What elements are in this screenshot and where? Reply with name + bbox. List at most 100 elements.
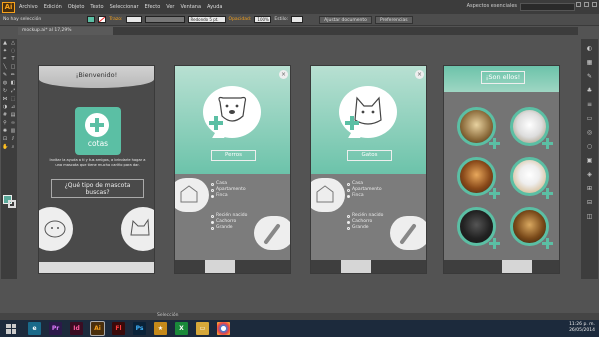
stroke-panel-icon[interactable]: ≡ [584,101,595,109]
symbols-panel-icon[interactable]: ♣ [584,87,595,95]
transparency-panel-icon[interactable]: ◎ [584,129,595,137]
workspace-switcher[interactable]: Aspectos esenciales [467,3,517,9]
close-icon[interactable]: × [415,70,424,79]
close-icon[interactable] [592,2,597,7]
dog-choice-button[interactable] [39,207,73,251]
cat-choice-button[interactable] [121,207,154,251]
type-tool-icon[interactable]: T [10,56,16,62]
variable-width-select[interactable] [144,16,185,23]
graph-icon[interactable]: ▥ [10,128,16,134]
artboard-icon[interactable]: ⊡ [2,136,8,142]
lasso-icon[interactable]: ◌ [10,48,16,54]
minimize-icon[interactable] [576,2,581,7]
house-option-icon[interactable] [311,178,345,212]
search-input[interactable] [520,3,575,11]
game-icon[interactable]: ★ [154,322,167,335]
selection-tool-icon[interactable]: ▲ [2,40,8,46]
add-plus-icon[interactable] [542,188,553,199]
opacity-input[interactable]: 100% [254,16,272,23]
artboard-dogs[interactable]: × Perros Casa Apartamento Finca Recién n… [174,65,291,274]
dogs-bottom-button[interactable] [205,260,235,273]
housing-option[interactable]: Finca [211,193,246,199]
perspective-icon[interactable]: ⊿ [10,104,16,110]
canvas[interactable]: ¡Bienvenido! cotas Invitar la ayuda a ti… [18,35,580,313]
taskbar-app-ps[interactable]: Ps [133,322,146,335]
close-icon[interactable]: × [279,70,288,79]
magic-wand-icon[interactable]: ✦ [2,48,8,54]
align-panel-icon[interactable]: ⊟ [584,199,595,207]
folder-icon[interactable]: ▭ [196,322,209,335]
zoom-icon[interactable]: ⌕ [10,144,16,150]
menu-edicion[interactable]: Edición [44,4,62,10]
direct-selection-tool-icon[interactable]: △ [10,40,16,46]
brush-select[interactable]: Redondo 5 pt. [187,16,226,23]
scale-icon[interactable]: ⤢ [10,88,16,94]
taskbar-app-ai[interactable]: Ai [90,321,105,336]
hand-icon[interactable]: ✋ [2,144,8,150]
artboard-results[interactable]: ¡Son ellos! [443,65,560,274]
menu-archivo[interactable]: Archivo [19,4,38,10]
menu-texto[interactable]: Texto [90,4,103,10]
fill-swatch[interactable] [87,16,96,23]
taskbar-app-id[interactable]: Id [70,322,83,335]
stroke-label[interactable]: Trazo: [109,17,122,22]
maximize-icon[interactable] [584,2,589,7]
document-tab[interactable]: mockup.ai* al 17,29% (RGB/Previsualizar) [18,27,113,41]
pencil-icon[interactable]: ✏ [10,72,16,78]
rotate-icon[interactable]: ↻ [2,88,8,94]
add-plus-icon[interactable] [489,188,500,199]
color-panel-icon[interactable]: ◐ [584,45,595,53]
free-transform-icon[interactable]: ⬚ [10,96,16,102]
taskbar-app-fl[interactable]: Fl [112,322,125,335]
layers-panel-icon[interactable]: ◈ [584,171,595,179]
cats-bottom-button[interactable] [341,260,371,273]
style-select[interactable] [291,16,304,23]
eraser-icon[interactable]: ◧ [10,80,16,86]
chrome-icon[interactable] [217,322,230,335]
width-tool-icon[interactable]: ⋈ [2,96,8,102]
house-option-icon[interactable] [175,178,209,212]
menu-ver[interactable]: Ver [166,4,174,10]
mesh-icon[interactable]: # [2,112,8,118]
document-setup-button[interactable]: Ajustar documento [319,15,372,24]
eyedropper-icon[interactable]: ⚲ [2,120,8,126]
add-plus-icon[interactable] [489,138,500,149]
preferences-button[interactable]: Preferencias [374,15,413,24]
add-plus-icon[interactable] [542,238,553,249]
housing-option[interactable]: Finca [347,193,382,199]
bone-option-icon[interactable] [390,216,426,250]
graphic-styles-icon[interactable]: ▣ [584,157,595,165]
artboard-welcome[interactable]: ¡Bienvenido! cotas Invitar la ayuda a ti… [38,65,155,274]
taskbar-app-pr[interactable]: Pr [49,322,62,335]
artboards-panel-icon[interactable]: ⊞ [584,185,595,193]
paintbrush-icon[interactable]: ✎ [2,72,8,78]
line-tool-icon[interactable]: ╲ [2,64,8,70]
add-plus-icon[interactable] [542,138,553,149]
menu-seleccionar[interactable]: Seleccionar [110,4,139,10]
stroke-color-box[interactable] [8,200,16,208]
results-bottom-button[interactable] [502,260,532,273]
symbol-sprayer-icon[interactable]: ✺ [2,128,8,134]
stroke-weight-select[interactable] [125,16,142,23]
opacity-label[interactable]: Opacidad: [229,17,252,22]
stroke-swatch[interactable] [98,16,107,23]
blob-brush-icon[interactable]: ◍ [2,80,8,86]
artboard-cats[interactable]: × Gatos Casa Apartamento Finca Recién na… [310,65,427,274]
menu-ventana[interactable]: Ventana [180,4,201,10]
age-option[interactable]: Grande [211,225,247,231]
brushes-panel-icon[interactable]: ✎ [584,73,595,81]
shape-builder-icon[interactable]: ◑ [2,104,8,110]
pen-tool-icon[interactable]: ✒ [2,56,8,62]
menu-efecto[interactable]: Efecto [145,4,161,10]
age-option[interactable]: Grande [347,225,383,231]
bone-option-icon[interactable] [254,216,290,250]
menu-ayuda[interactable]: Ayuda [207,4,222,10]
rectangle-tool-icon[interactable]: □ [10,64,16,70]
menu-objeto[interactable]: Objeto [68,4,85,10]
appearance-panel-icon[interactable]: ○ [584,143,595,151]
swatches-panel-icon[interactable]: ▦ [584,59,595,67]
blend-icon[interactable]: ∞ [10,120,16,126]
gradient-panel-icon[interactable]: ▭ [584,115,595,123]
slice-icon[interactable]: ⫽ [10,136,16,142]
excel-icon[interactable]: X [175,322,188,335]
